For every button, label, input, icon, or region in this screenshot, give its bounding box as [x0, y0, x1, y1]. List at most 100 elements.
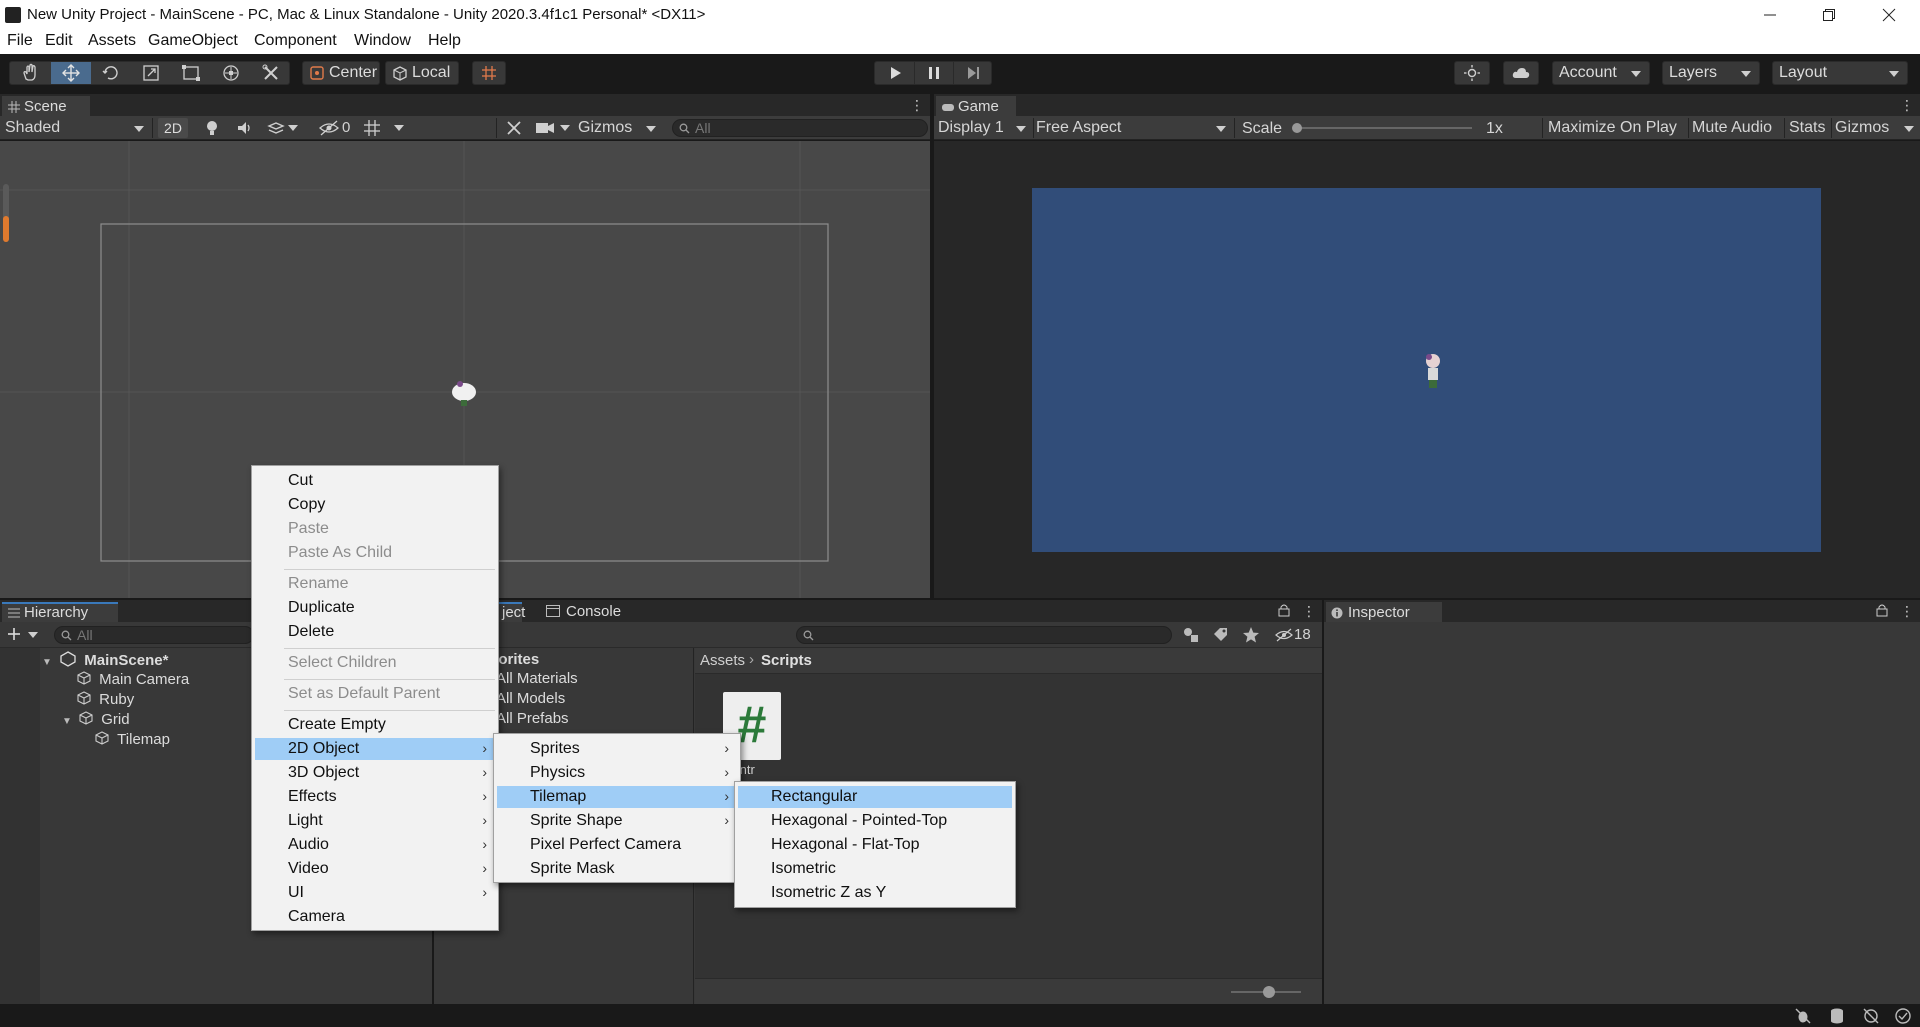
maximize-on-play-toggle[interactable]: Maximize On Play: [1548, 119, 1677, 137]
menu-edit[interactable]: Edit: [45, 32, 73, 50]
game-gizmos-dropdown[interactable]: Gizmos: [1834, 116, 1920, 140]
breadcrumb-assets[interactable]: Assets: [700, 652, 745, 669]
cloud-button[interactable]: [1503, 61, 1539, 85]
menu-item-create-empty[interactable]: Create Empty: [255, 714, 495, 736]
progress-status-button[interactable]: [1894, 1007, 1912, 1025]
menu-item-light[interactable]: Light ›: [255, 810, 495, 832]
inspector-pane-menu-button[interactable]: ⋮: [1900, 603, 1914, 619]
hierarchy-item-main-camera[interactable]: Main Camera: [76, 670, 189, 688]
effects-dropdown[interactable]: [266, 118, 302, 138]
hierarchy-item-grid[interactable]: ▼ Grid: [62, 710, 130, 728]
menu-item-audio[interactable]: Audio ›: [255, 834, 495, 856]
menu-item-camera[interactable]: Camera: [255, 906, 495, 928]
grid-snap-dropdown[interactable]: [362, 118, 410, 138]
move-tool-button[interactable]: [51, 62, 91, 84]
auto-generate-lighting-button[interactable]: [1862, 1007, 1880, 1025]
tab-game[interactable]: Game: [936, 96, 1016, 116]
search-by-label-button[interactable]: [1212, 626, 1236, 644]
rect-tool-button[interactable]: [171, 62, 211, 84]
hidden-packages-toggle[interactable]: 18: [1274, 626, 1318, 644]
menu-help[interactable]: Help: [428, 32, 461, 50]
tilemap-item-isometric[interactable]: Isometric: [738, 858, 1012, 880]
2d-mode-toggle[interactable]: 2D: [158, 118, 188, 138]
menu-window[interactable]: Window: [354, 32, 411, 50]
tilemap-item-isometric-z-as-y[interactable]: Isometric Z as Y: [738, 882, 1012, 904]
scale-slider[interactable]: [1292, 123, 1472, 133]
submenu-item-pixel-perfect-camera[interactable]: Pixel Perfect Camera: [497, 834, 737, 856]
account-dropdown[interactable]: Account: [1552, 61, 1650, 85]
audio-toggle[interactable]: [235, 118, 257, 138]
menu-item-cut[interactable]: Cut: [255, 470, 495, 492]
project-pane-menu-button[interactable]: ⋮: [1302, 603, 1316, 619]
custom-tool-button[interactable]: [251, 62, 291, 84]
hierarchy-item-ruby[interactable]: Ruby: [76, 690, 134, 708]
lock-button[interactable]: [1278, 603, 1292, 619]
mute-audio-toggle[interactable]: Mute Audio: [1692, 119, 1772, 137]
pause-button[interactable]: [914, 62, 953, 84]
submenu-item-tilemap[interactable]: Tilemap ›: [497, 786, 737, 808]
layout-dropdown[interactable]: Layout: [1772, 61, 1908, 85]
favorite-all-prefabs[interactable]: All Prefabs: [496, 710, 569, 727]
close-button[interactable]: [1866, 0, 1912, 30]
stats-toggle[interactable]: Stats: [1789, 119, 1825, 137]
icon-size-slider-handle[interactable]: [1263, 986, 1275, 998]
scale-slider-handle[interactable]: [1292, 123, 1302, 133]
favorite-all-materials[interactable]: All Materials: [496, 670, 578, 687]
restore-button[interactable]: [1806, 0, 1852, 30]
transform-tool-button[interactable]: [211, 62, 251, 84]
menu-file[interactable]: File: [7, 32, 33, 50]
tab-hierarchy[interactable]: Hierarchy: [2, 602, 118, 622]
tab-inspector[interactable]: Inspector: [1326, 602, 1442, 622]
tilemap-item-hex-flat-top[interactable]: Hexagonal - Flat-Top: [738, 834, 1012, 856]
project-search-input[interactable]: [796, 626, 1172, 644]
submenu-item-sprites[interactable]: Sprites ›: [497, 738, 737, 760]
menu-component[interactable]: Component: [254, 32, 337, 50]
tilemap-item-rectangular[interactable]: Rectangular: [738, 786, 1012, 808]
scale-tool-button[interactable]: [131, 62, 171, 84]
menu-gameobject[interactable]: GameObject: [148, 32, 238, 50]
tab-console[interactable]: Console: [546, 603, 636, 621]
layers-dropdown[interactable]: Layers: [1662, 61, 1760, 85]
menu-item-ui[interactable]: UI ›: [255, 882, 495, 904]
aspect-dropdown[interactable]: Free Aspect: [1036, 116, 1232, 140]
cache-server-button[interactable]: [1828, 1007, 1846, 1025]
menu-item-duplicate[interactable]: Duplicate: [255, 597, 495, 619]
menu-item-copy[interactable]: Copy: [255, 494, 495, 516]
submenu-item-sprite-mask[interactable]: Sprite Mask: [497, 858, 737, 880]
breadcrumb-scripts[interactable]: Scripts: [761, 652, 812, 669]
inspector-lock-button[interactable]: [1876, 603, 1890, 619]
scene-gizmos-dropdown[interactable]: Gizmos: [576, 116, 662, 140]
display-dropdown[interactable]: Display 1: [934, 116, 1030, 140]
tab-scene[interactable]: Scene: [2, 96, 90, 116]
search-by-type-button[interactable]: [1182, 626, 1206, 644]
shading-mode-dropdown[interactable]: Shaded: [0, 116, 150, 140]
hand-tool-button[interactable]: [10, 62, 50, 84]
rotate-tool-button[interactable]: [91, 62, 131, 84]
pivot-center-toggle[interactable]: Center: [302, 61, 380, 85]
submenu-item-physics[interactable]: Physics ›: [497, 762, 737, 784]
game-pane-menu-button[interactable]: ⋮: [1900, 97, 1914, 113]
scene-root-row[interactable]: ▼ MainScene*: [42, 651, 168, 669]
scene-pane-menu-button[interactable]: ⋮: [910, 97, 924, 113]
submenu-item-sprite-shape[interactable]: Sprite Shape ›: [497, 810, 737, 832]
scene-search-input[interactable]: All: [672, 119, 928, 137]
menu-item-2d-object[interactable]: 2D Object ›: [255, 738, 495, 760]
camera-settings-dropdown[interactable]: [534, 118, 574, 138]
play-button[interactable]: [875, 62, 914, 84]
hierarchy-item-tilemap[interactable]: Tilemap: [94, 730, 170, 748]
menu-item-delete[interactable]: Delete: [255, 621, 495, 643]
tilemap-item-hex-pointed-top[interactable]: Hexagonal - Pointed-Top: [738, 810, 1012, 832]
pivot-space-toggle[interactable]: Local: [385, 61, 459, 85]
favorites-button[interactable]: [1242, 626, 1266, 644]
scene-visibility-toggle[interactable]: 0: [318, 118, 358, 138]
menu-item-3d-object[interactable]: 3D Object ›: [255, 762, 495, 784]
menu-item-effects[interactable]: Effects ›: [255, 786, 495, 808]
ruby-sprite[interactable]: [450, 378, 478, 408]
favorite-all-models[interactable]: All Models: [496, 690, 565, 707]
lighting-toggle[interactable]: [202, 118, 224, 138]
debug-mode-button[interactable]: [1794, 1007, 1812, 1025]
hierarchy-search-input[interactable]: All: [54, 626, 254, 644]
snap-settings-button[interactable]: [472, 61, 506, 85]
menu-item-video[interactable]: Video ›: [255, 858, 495, 880]
menu-assets[interactable]: Assets: [88, 32, 136, 50]
